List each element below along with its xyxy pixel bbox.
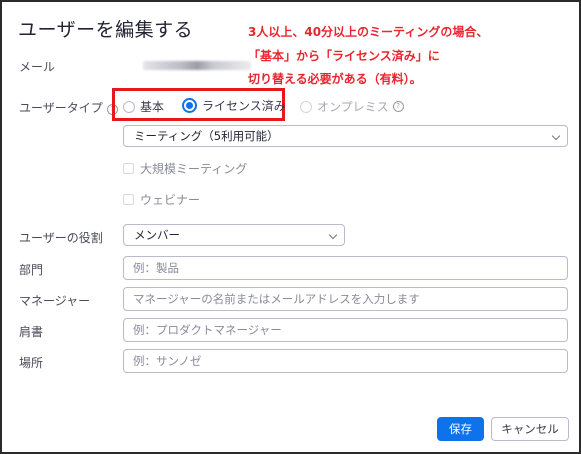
email-value-redacted	[143, 61, 251, 70]
job-title-label: 肩書	[19, 325, 44, 339]
annotation-line-1: 3人以上、40分以上のミーティングの場合、	[248, 25, 489, 39]
location-label: 場所	[19, 356, 44, 370]
department-input[interactable]	[123, 256, 568, 280]
user-type-licensed[interactable]: ライセンス済み	[182, 97, 286, 114]
annotation-line-2: 「基本」から「ライセンス済み」に	[248, 49, 440, 63]
cancel-button[interactable]: キャンセル	[491, 417, 569, 441]
edit-user-dialog: ユーザーを編集する 3人以上、40分以上のミーティングの場合、 「基本」から「ラ…	[0, 0, 581, 454]
webinar-checkbox[interactable]	[123, 194, 134, 205]
webinar-option[interactable]: ウェビナー	[123, 191, 200, 208]
webinar-label: ウェビナー	[140, 193, 201, 207]
user-type-onprem[interactable]: オンプレミス?	[300, 98, 404, 115]
user-type-basic[interactable]: 基本	[123, 98, 164, 115]
radio-licensed-selected[interactable]	[182, 98, 197, 113]
manager-input[interactable]	[123, 287, 568, 311]
manager-label: マネージャー	[19, 294, 91, 308]
large-meeting-label: 大規模ミーティング	[140, 162, 248, 176]
user-type-basic-label: 基本	[140, 100, 165, 114]
chevron-down-icon	[551, 131, 561, 141]
radio-onprem[interactable]	[300, 100, 312, 113]
large-meeting-option[interactable]: 大規模ミーティング	[123, 160, 247, 177]
annotation-line-3: 切り替える必要がある（有料）。	[248, 72, 422, 86]
large-meeting-checkbox[interactable]	[123, 163, 134, 174]
dialog-title: ユーザーを編集する	[18, 19, 194, 41]
meeting-select-value: ミーティング（5利用可能）	[134, 129, 279, 143]
user-type-onprem-label: オンプレミス	[317, 100, 389, 114]
job-title-input[interactable]	[123, 318, 568, 342]
radio-basic[interactable]	[123, 100, 135, 113]
chevron-down-icon	[328, 230, 338, 240]
save-button[interactable]: 保存	[437, 417, 484, 441]
role-select-value: メンバー	[134, 228, 180, 242]
meeting-select[interactable]: ミーティング（5利用可能）	[123, 125, 568, 147]
location-input[interactable]	[123, 349, 568, 373]
user-type-label: ユーザータイプ?	[19, 99, 118, 116]
role-label: ユーザーの役割	[19, 231, 103, 245]
user-type-label-text: ユーザータイプ	[19, 101, 103, 115]
email-label: メール	[19, 60, 56, 74]
role-select[interactable]: メンバー	[123, 224, 345, 246]
department-label: 部門	[19, 263, 44, 277]
user-type-licensed-label: ライセンス済み	[202, 99, 286, 113]
help-icon[interactable]: ?	[392, 101, 404, 112]
